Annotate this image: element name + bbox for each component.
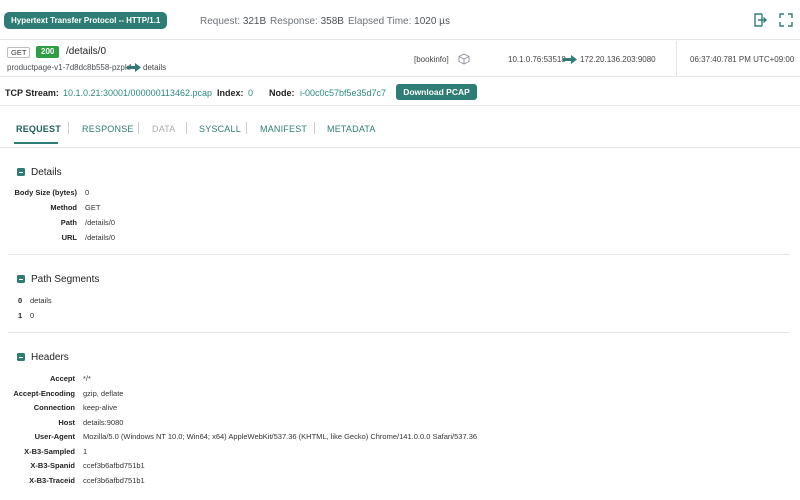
header-key: X-B3-Sampled bbox=[24, 447, 75, 456]
header-key: Accept bbox=[49, 374, 75, 383]
elapsed-time: Elapsed Time: 1020 µs bbox=[348, 16, 450, 27]
index-value: 0 bbox=[248, 88, 254, 98]
path-segments-section-header[interactable]: Path Segments bbox=[17, 274, 99, 285]
node-value[interactable]: i-00c0c57bf5e35d7c7 bbox=[300, 88, 386, 98]
response-size-label: Response: bbox=[270, 16, 318, 27]
tab-bar: REQUEST RESPONSE DATA SYSCALL MANIFEST M… bbox=[0, 106, 800, 148]
dest-service: details bbox=[143, 63, 167, 72]
request-size-label: Request: bbox=[200, 16, 241, 27]
header-value: ccef3b6afbd751b1 bbox=[83, 476, 145, 485]
header-key: Connection bbox=[33, 403, 75, 412]
collapse-icon[interactable] bbox=[17, 353, 25, 361]
active-tab-indicator bbox=[14, 142, 58, 144]
destination-address: 172.20.136.203:9080 bbox=[580, 55, 656, 64]
header-value: details:9080 bbox=[83, 418, 124, 427]
segment-value: details bbox=[30, 296, 52, 305]
detail-value: /details/0 bbox=[85, 218, 116, 227]
tab-separator bbox=[186, 122, 187, 134]
header-value: Mozilla/5.0 (Windows NT 10.0; Win64; x64… bbox=[83, 432, 478, 441]
response-size: Response: 358B bbox=[270, 16, 344, 27]
header-value: gzip, deflate bbox=[83, 389, 124, 398]
top-bar: Hypertext Transfer Protocol -- HTTP/1.1 … bbox=[0, 0, 800, 40]
segment-value: 0 bbox=[30, 311, 35, 320]
collapse-icon[interactable] bbox=[17, 275, 25, 283]
details-title: Details bbox=[31, 167, 62, 178]
cube-icon bbox=[458, 53, 470, 65]
tab-separator bbox=[246, 122, 247, 134]
tab-data: DATA bbox=[152, 124, 176, 134]
elapsed-time-label: Elapsed Time: bbox=[348, 16, 412, 27]
tcp-stream-value[interactable]: 10.1.0.21:30001/000000113462.pcap bbox=[63, 88, 212, 98]
download-pcap-button[interactable]: Download PCAP bbox=[396, 84, 477, 100]
divider bbox=[676, 41, 677, 77]
section-divider bbox=[8, 332, 790, 333]
header-key: User-Agent bbox=[34, 432, 75, 441]
header-value: keep-alive bbox=[83, 403, 118, 412]
headers-title: Headers bbox=[31, 352, 69, 363]
section-divider bbox=[8, 254, 790, 255]
source-pod: productpage-v1-7d8dc8b558-pzpkf bbox=[7, 63, 132, 72]
stream-row: TCP Stream: 10.1.0.21:30001/000000113462… bbox=[0, 78, 800, 106]
path-segments-title: Path Segments bbox=[31, 274, 100, 285]
header-value: ccef3b6afbd751b1 bbox=[83, 461, 145, 470]
header-value: 1 bbox=[83, 447, 88, 456]
segment-index: 1 bbox=[18, 311, 23, 320]
header-key: X-B3-Traceid bbox=[29, 476, 75, 485]
detail-key: URL bbox=[61, 233, 77, 242]
request-summary-row: GET 200 /details/0 productpage-v1-7d8dc8… bbox=[0, 41, 800, 77]
method-badge: GET bbox=[7, 47, 31, 58]
segment-index: 0 bbox=[18, 296, 23, 305]
headers-section-header[interactable]: Headers bbox=[17, 352, 69, 363]
status-badge: 200 bbox=[36, 46, 60, 58]
detail-value: GET bbox=[85, 203, 101, 212]
tab-syscall[interactable]: SYSCALL bbox=[199, 124, 241, 134]
header-key: X-B3-Spanid bbox=[30, 461, 75, 470]
timestamp: 06:37:40.781 PM UTC+09:00 bbox=[690, 55, 795, 64]
tab-response[interactable]: RESPONSE bbox=[82, 124, 134, 134]
export-icon[interactable] bbox=[752, 12, 768, 28]
tab-separator bbox=[68, 122, 69, 134]
tab-metadata[interactable]: METADATA bbox=[327, 124, 376, 134]
tcp-stream-label: TCP Stream: bbox=[5, 88, 59, 98]
request-size: Request: 321B bbox=[200, 16, 266, 27]
index-label: Index: bbox=[217, 88, 244, 98]
namespace-label: [bookinfo] bbox=[414, 55, 449, 64]
elapsed-time-value: 1020 µs bbox=[414, 16, 450, 27]
arrow-right-icon bbox=[127, 63, 141, 72]
tab-request[interactable]: REQUEST bbox=[16, 124, 61, 134]
detail-key: Path bbox=[60, 218, 77, 227]
arrow-right-icon bbox=[563, 55, 577, 64]
details-section-header[interactable]: Details bbox=[17, 167, 62, 178]
source-address: 10.1.0.76:53518 bbox=[508, 55, 566, 64]
header-value: */* bbox=[83, 374, 91, 383]
header-key: Accept-Encoding bbox=[13, 389, 75, 398]
detail-value: /details/0 bbox=[85, 233, 116, 242]
expand-icon[interactable] bbox=[778, 12, 794, 28]
detail-value: 0 bbox=[85, 188, 90, 197]
tab-separator bbox=[138, 122, 139, 134]
header-key: Host bbox=[58, 418, 75, 427]
tab-manifest[interactable]: MANIFEST bbox=[260, 124, 307, 134]
node-label: Node: bbox=[269, 88, 295, 98]
request-path: /details/0 bbox=[66, 46, 107, 57]
detail-key: Method bbox=[50, 203, 77, 212]
detail-key: Body Size (bytes) bbox=[14, 188, 77, 197]
response-size-value: 358B bbox=[320, 16, 344, 27]
tab-separator bbox=[314, 122, 315, 134]
collapse-icon[interactable] bbox=[17, 168, 25, 176]
protocol-badge: Hypertext Transfer Protocol -- HTTP/1.1 bbox=[4, 12, 168, 29]
request-size-value: 321B bbox=[242, 16, 267, 27]
